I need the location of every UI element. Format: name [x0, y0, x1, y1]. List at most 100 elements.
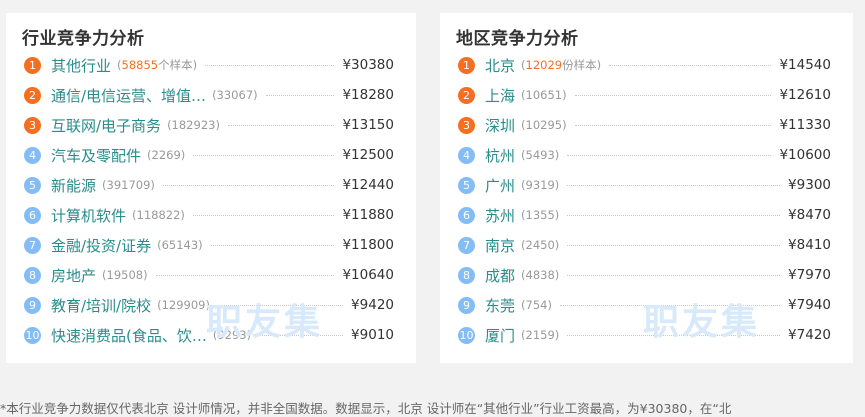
rank-badge: 10	[24, 326, 41, 344]
industry-row[interactable]: 1 其他行业 (58855个样本) ¥30380	[6, 50, 416, 80]
industry-row[interactable]: 10 快速消费品(食品、饮… (9293) ¥9010	[6, 320, 416, 350]
industry-name-link[interactable]: 互联网/电子商务	[51, 115, 161, 136]
sample-count-suffix: 份样本	[562, 58, 597, 72]
region-name-link[interactable]: 东莞	[485, 295, 515, 316]
sample-count-value: 58855	[121, 58, 159, 72]
rank-badge: 8	[24, 266, 41, 284]
dotted-leader	[567, 334, 781, 336]
rank-badge: 7	[24, 236, 41, 254]
industry-title: 行业竞争力分析	[22, 29, 145, 49]
industry-name-link[interactable]: 计算机软件	[51, 205, 126, 226]
industry-name-link[interactable]: 通信/电信运营、增值…	[51, 85, 206, 106]
industry-row[interactable]: 8 房地产 (19508) ¥10640	[6, 260, 416, 290]
region-name-link[interactable]: 杭州	[485, 145, 515, 166]
region-name-link[interactable]: 成都	[485, 265, 515, 286]
industry-name-link[interactable]: 汽车及零配件	[51, 145, 141, 166]
dotted-leader	[193, 154, 335, 156]
salary-value: ¥7420	[788, 327, 831, 343]
sample-count: (2159)	[521, 328, 560, 342]
sample-count: (12029份样本)	[521, 58, 602, 72]
dotted-leader	[259, 334, 344, 336]
rank-badge: 1	[458, 56, 475, 74]
rank-badge: 6	[458, 206, 475, 224]
sample-count: (391709)	[102, 178, 155, 192]
rank-badge: 3	[458, 116, 475, 134]
region-row[interactable]: 2 上海 (10651) ¥12610	[440, 80, 853, 110]
rank-badge: 1	[24, 56, 41, 74]
region-row[interactable]: 10 厦门 (2159) ¥7420	[440, 320, 853, 350]
sample-count-suffix: 个样本	[158, 58, 193, 72]
sample-count: (9319)	[521, 178, 560, 192]
sample-count: (129909)	[157, 298, 210, 312]
sample-count: (33067)	[212, 88, 258, 102]
salary-value: ¥11800	[342, 237, 394, 253]
region-row[interactable]: 9 东莞 (754) ¥7940	[440, 290, 853, 320]
dotted-leader	[217, 304, 344, 306]
salary-value: ¥9300	[788, 177, 831, 193]
region-name-link[interactable]: 北京	[485, 55, 515, 76]
sample-count: (754)	[521, 298, 552, 312]
industry-row[interactable]: 2 通信/电信运营、增值… (33067) ¥18280	[6, 80, 416, 110]
region-row[interactable]: 5 广州 (9319) ¥9300	[440, 170, 853, 200]
sample-count: (65143)	[157, 238, 203, 252]
rank-badge: 9	[24, 296, 41, 314]
industry-row[interactable]: 4 汽车及零配件 (2269) ¥12500	[6, 140, 416, 170]
region-panel: 地区竞争力分析 1 北京 (12029份样本) ¥14540 2 上海 (10651) ¥12…	[440, 13, 853, 363]
region-title: 地区竞争力分析	[456, 29, 579, 49]
dotted-leader	[155, 274, 335, 276]
region-row[interactable]: 1 北京 (12029份样本) ¥14540	[440, 50, 853, 80]
dotted-leader	[567, 274, 781, 276]
region-name-link[interactable]: 深圳	[485, 115, 515, 136]
industry-name-link[interactable]: 其他行业	[51, 55, 111, 76]
sample-count: (1355)	[521, 208, 560, 222]
dotted-leader	[567, 214, 781, 216]
region-row[interactable]: 7 南京 (2450) ¥8410	[440, 230, 853, 260]
industry-name-link[interactable]: 房地产	[51, 265, 96, 286]
rank-badge: 2	[24, 86, 41, 104]
salary-value: ¥12610	[779, 87, 831, 103]
industry-row[interactable]: 5 新能源 (391709) ¥12440	[6, 170, 416, 200]
salary-value: ¥12440	[342, 177, 394, 193]
industry-row[interactable]: 3 互联网/电子商务 (182923) ¥13150	[6, 110, 416, 140]
dotted-leader	[265, 94, 335, 96]
region-name-link[interactable]: 南京	[485, 235, 515, 256]
rank-badge: 5	[24, 176, 41, 194]
industry-row[interactable]: 7 金融/投资/证券 (65143) ¥11800	[6, 230, 416, 260]
sample-count-value: 12029	[525, 58, 563, 72]
dotted-leader	[205, 64, 335, 66]
region-list: 1 北京 (12029份样本) ¥14540 2 上海 (10651) ¥12610 3 深圳 (1…	[440, 50, 853, 350]
industry-name-link[interactable]: 快速消费品(食品、饮…	[51, 325, 207, 346]
region-row[interactable]: 8 成都 (4838) ¥7970	[440, 260, 853, 290]
rank-badge: 9	[458, 296, 475, 314]
salary-value: ¥13150	[342, 117, 394, 133]
sample-count: (10295)	[521, 118, 567, 132]
dotted-leader	[210, 244, 335, 246]
sample-count: (2450)	[521, 238, 560, 252]
sample-count: (9293)	[212, 328, 252, 342]
salary-value: ¥14540	[779, 57, 831, 73]
industry-name-link[interactable]: 金融/投资/证券	[51, 235, 151, 256]
industry-name-link[interactable]: 教育/培训/院校	[51, 295, 151, 316]
industry-row[interactable]: 9 教育/培训/院校 (129909) ¥9420	[6, 290, 416, 320]
salary-value: ¥7970	[788, 267, 831, 283]
region-row[interactable]: 6 苏州 (1355) ¥8470	[440, 200, 853, 230]
sample-count: (2269)	[147, 148, 186, 162]
region-name-link[interactable]: 广州	[485, 175, 515, 196]
dotted-leader	[567, 154, 772, 156]
sample-count: (4838)	[521, 268, 560, 282]
rank-badge: 7	[458, 236, 475, 254]
dotted-leader	[559, 304, 781, 306]
region-name-link[interactable]: 苏州	[485, 205, 515, 226]
rank-badge: 2	[458, 86, 475, 104]
salary-value: ¥8470	[788, 207, 831, 223]
dotted-leader	[574, 124, 772, 126]
region-name-link[interactable]: 上海	[485, 85, 515, 106]
region-name-link[interactable]: 厦门	[485, 325, 515, 346]
industry-row[interactable]: 6 计算机软件 (118822) ¥11880	[6, 200, 416, 230]
region-row[interactable]: 4 杭州 (5493) ¥10600	[440, 140, 853, 170]
region-row[interactable]: 3 深圳 (10295) ¥11330	[440, 110, 853, 140]
industry-name-link[interactable]: 新能源	[51, 175, 96, 196]
rank-badge: 4	[458, 146, 475, 164]
sample-count: (182923)	[167, 118, 220, 132]
rank-badge: 6	[24, 206, 41, 224]
